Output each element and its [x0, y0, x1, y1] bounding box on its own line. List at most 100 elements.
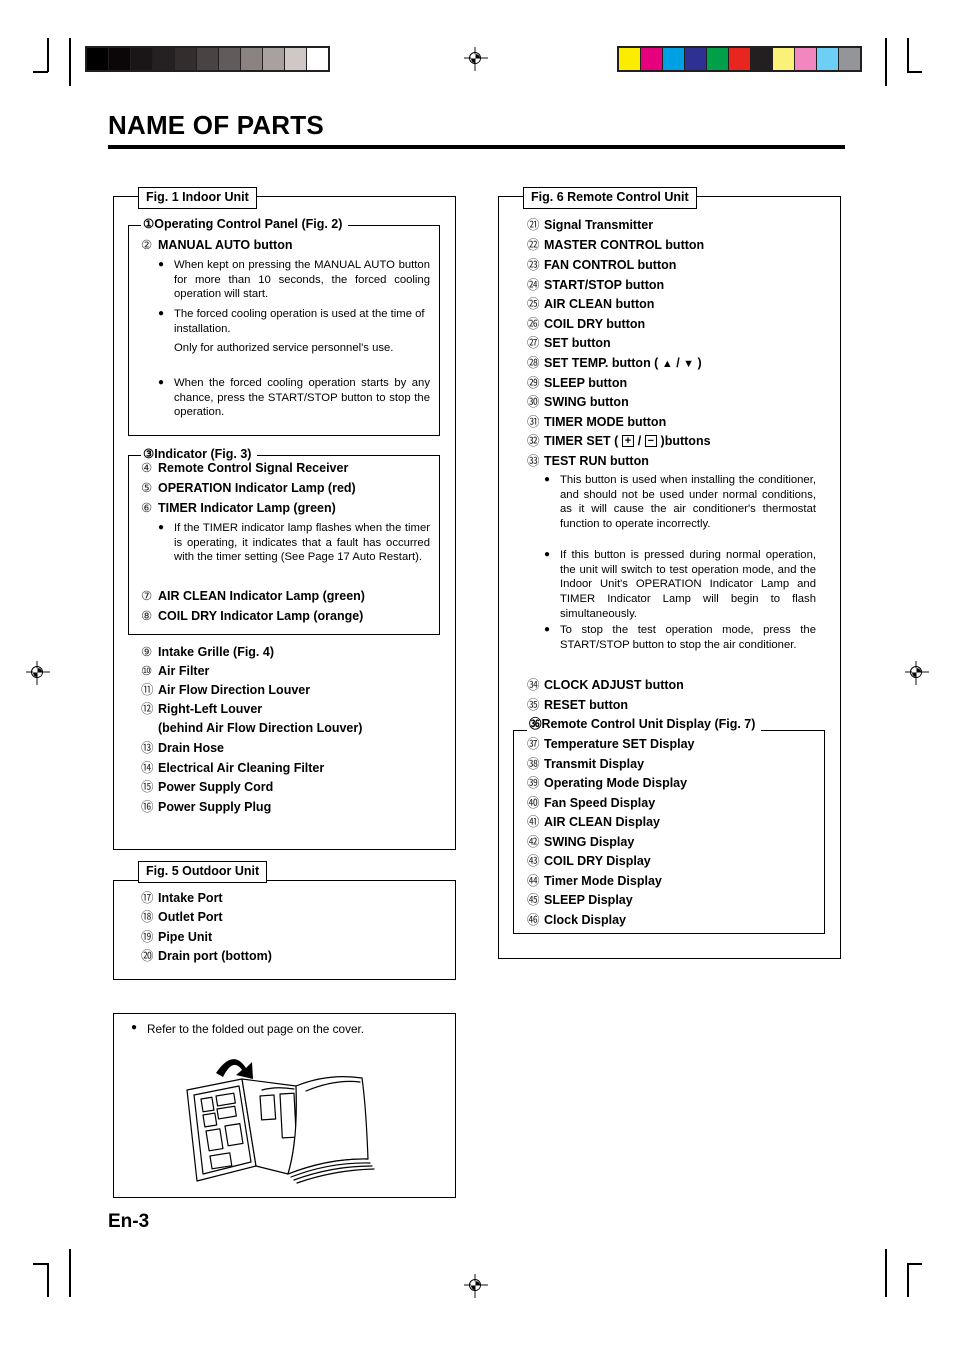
list-item-label: FAN CONTROL button	[544, 258, 677, 272]
calibration-swatch	[663, 48, 684, 70]
timer-set-suffix: )buttons	[657, 434, 711, 448]
remote-control-panel-label: Fig. 6 Remote Control Unit	[523, 187, 697, 210]
color-calibration-bar	[617, 46, 862, 72]
list-item: ⑨ Intake Grille (Fig. 4)	[141, 645, 274, 659]
list-item-label: Timer Mode Display	[544, 874, 662, 888]
list-item-label: Clock Display	[544, 913, 626, 927]
bullet-text: When the forced cooling operation starts…	[174, 377, 430, 419]
triangle-down-icon: ▼	[683, 358, 695, 370]
registration-target-right	[905, 661, 929, 685]
list-item-number: ⑰	[141, 891, 154, 905]
list-item-number: ㉗	[527, 336, 540, 350]
list-item-label: Intake Port	[158, 891, 223, 905]
list-item: ㉙ SLEEP button	[527, 376, 628, 390]
list-item: ㉕ AIR CLEAN button	[527, 297, 654, 311]
list-item-number: ㉕	[527, 297, 540, 311]
indicator-group-label: ③Indicator (Fig. 3)	[141, 447, 258, 461]
bullet-text: If the TIMER indicator lamp flashes when…	[174, 522, 430, 564]
crop-mark-br-h	[907, 1263, 922, 1265]
list-item-number: ㉜	[527, 434, 540, 448]
list-item: ④ Remote Control Signal Receiver	[141, 461, 348, 475]
minus-icon: −	[644, 435, 658, 448]
list-item: ⑩ Air Filter	[141, 664, 209, 678]
list-item: ⑤ OPERATION Indicator Lamp (red)	[141, 481, 356, 495]
bullet-item: ● If the TIMER indicator lamp flashes wh…	[158, 521, 430, 565]
list-item-number: ㊷	[527, 835, 540, 849]
list-item: ㉟ RESET button	[527, 698, 629, 712]
list-item-number: ⑲	[141, 930, 154, 944]
list-item-number: ㊶	[527, 815, 540, 829]
list-item-number: ㉘	[527, 356, 540, 370]
list-item-label: SLEEP button	[544, 376, 628, 390]
list-item-number: ㊲	[527, 737, 540, 751]
plus-icon: +	[621, 435, 635, 448]
list-item: ⑧ COIL DRY Indicator Lamp (orange)	[141, 609, 363, 623]
calibration-swatch	[839, 48, 860, 70]
page-title: NAME OF PARTS	[108, 110, 324, 140]
bullet-item: ● If this button is pressed during norma…	[544, 548, 816, 621]
set-temp-label: SET TEMP. button (	[544, 356, 662, 370]
list-item-number: ㉚	[527, 395, 540, 409]
list-item: ㊹ Timer Mode Display	[527, 874, 662, 888]
list-item-label: (behind Air Flow Direction Louver)	[158, 721, 363, 735]
bullet-text: If this button is pressed during normal …	[560, 549, 816, 620]
list-item-number: ㉟	[527, 698, 540, 712]
list-item: ㊸ COIL DRY Display	[527, 854, 651, 868]
list-item: ⑯ Power Supply Plug	[141, 800, 271, 814]
list-item-label: TEST RUN button	[544, 454, 649, 468]
list-item-number: ㉛	[527, 415, 540, 429]
timer-set-label: TIMER SET (	[544, 434, 622, 448]
list-item: ㊵ Fan Speed Display	[527, 796, 655, 810]
list-item: ㊴ Operating Mode Display	[527, 776, 687, 790]
list-item: ㉚ SWING button	[527, 395, 629, 409]
list-item-label: TIMER MODE button	[544, 415, 667, 429]
list-item-label: Power Supply Cord	[158, 780, 274, 794]
list-item-label: SWING button	[544, 395, 629, 409]
page-number: En-3	[108, 1211, 150, 1232]
list-item: ⑫ Right-Left Louver	[141, 702, 262, 716]
operating-control-panel-group-label: ①Operating Control Panel (Fig. 2)	[141, 217, 349, 231]
list-item-number: ③	[143, 447, 155, 461]
bullet-item: ● When kept on pressing the MANUAL AUTO …	[158, 258, 430, 302]
list-item-number: ⑱	[141, 910, 154, 924]
list-item-timer-set: ㉜ TIMER SET ( + / − )buttons	[527, 434, 711, 448]
list-item-number: ⑫	[141, 702, 154, 716]
bullet-icon: ●	[158, 522, 165, 533]
crop-mark-tr-v2	[907, 38, 909, 72]
list-item: ㊺ SLEEP Display	[527, 893, 633, 907]
list-item-label: RESET button	[544, 698, 629, 712]
calibration-swatch	[619, 48, 640, 70]
bullet-icon: ●	[158, 308, 165, 319]
crop-mark-tl-v2	[69, 38, 71, 86]
list-item-label: AIR CLEAN Display	[544, 815, 660, 829]
indicator-group-label-text: Indicator (Fig. 3)	[154, 447, 252, 461]
list-item: ⑲ Pipe Unit	[141, 930, 212, 944]
list-item-label: SWING Display	[544, 835, 635, 849]
list-item-label: Temperature SET Display	[544, 737, 695, 751]
bullet-item: ● To stop the test operation mode, press…	[544, 623, 816, 652]
list-item-label: Operating Control Panel (Fig. 2)	[154, 217, 343, 231]
bullet-icon: ●	[158, 377, 165, 388]
list-item-continuation: (behind Air Flow Direction Louver)	[141, 721, 363, 735]
crop-mark-tl-v	[47, 38, 49, 72]
calibration-swatch	[773, 48, 794, 70]
calibration-swatch	[817, 48, 838, 70]
list-item-label: Drain Hose	[158, 741, 224, 755]
list-item-label: SLEEP Display	[544, 893, 633, 907]
list-item-number: ⑬	[141, 741, 154, 755]
list-item-label: TIMER Indicator Lamp (green)	[158, 501, 336, 515]
list-item-number: ㉞	[527, 678, 540, 692]
list-item: ⑳ Drain port (bottom)	[141, 949, 272, 963]
list-item: ㊲ Temperature SET Display	[527, 737, 695, 751]
set-temp-separator: /	[672, 356, 684, 370]
list-item-number: ②	[141, 238, 153, 252]
crop-mark-bl-h	[33, 1263, 48, 1265]
list-item-number: ①	[143, 217, 155, 231]
list-item-number: ⑯	[141, 800, 154, 814]
list-item: ㊶ AIR CLEAN Display	[527, 815, 660, 829]
calibration-swatch	[87, 48, 108, 70]
list-item: ⑦ AIR CLEAN Indicator Lamp (green)	[141, 589, 365, 603]
calibration-swatch	[751, 48, 772, 70]
registration-target-top	[464, 47, 488, 71]
remote-display-group-label: ㊱Remote Control Unit Display (Fig. 7)	[527, 718, 762, 731]
